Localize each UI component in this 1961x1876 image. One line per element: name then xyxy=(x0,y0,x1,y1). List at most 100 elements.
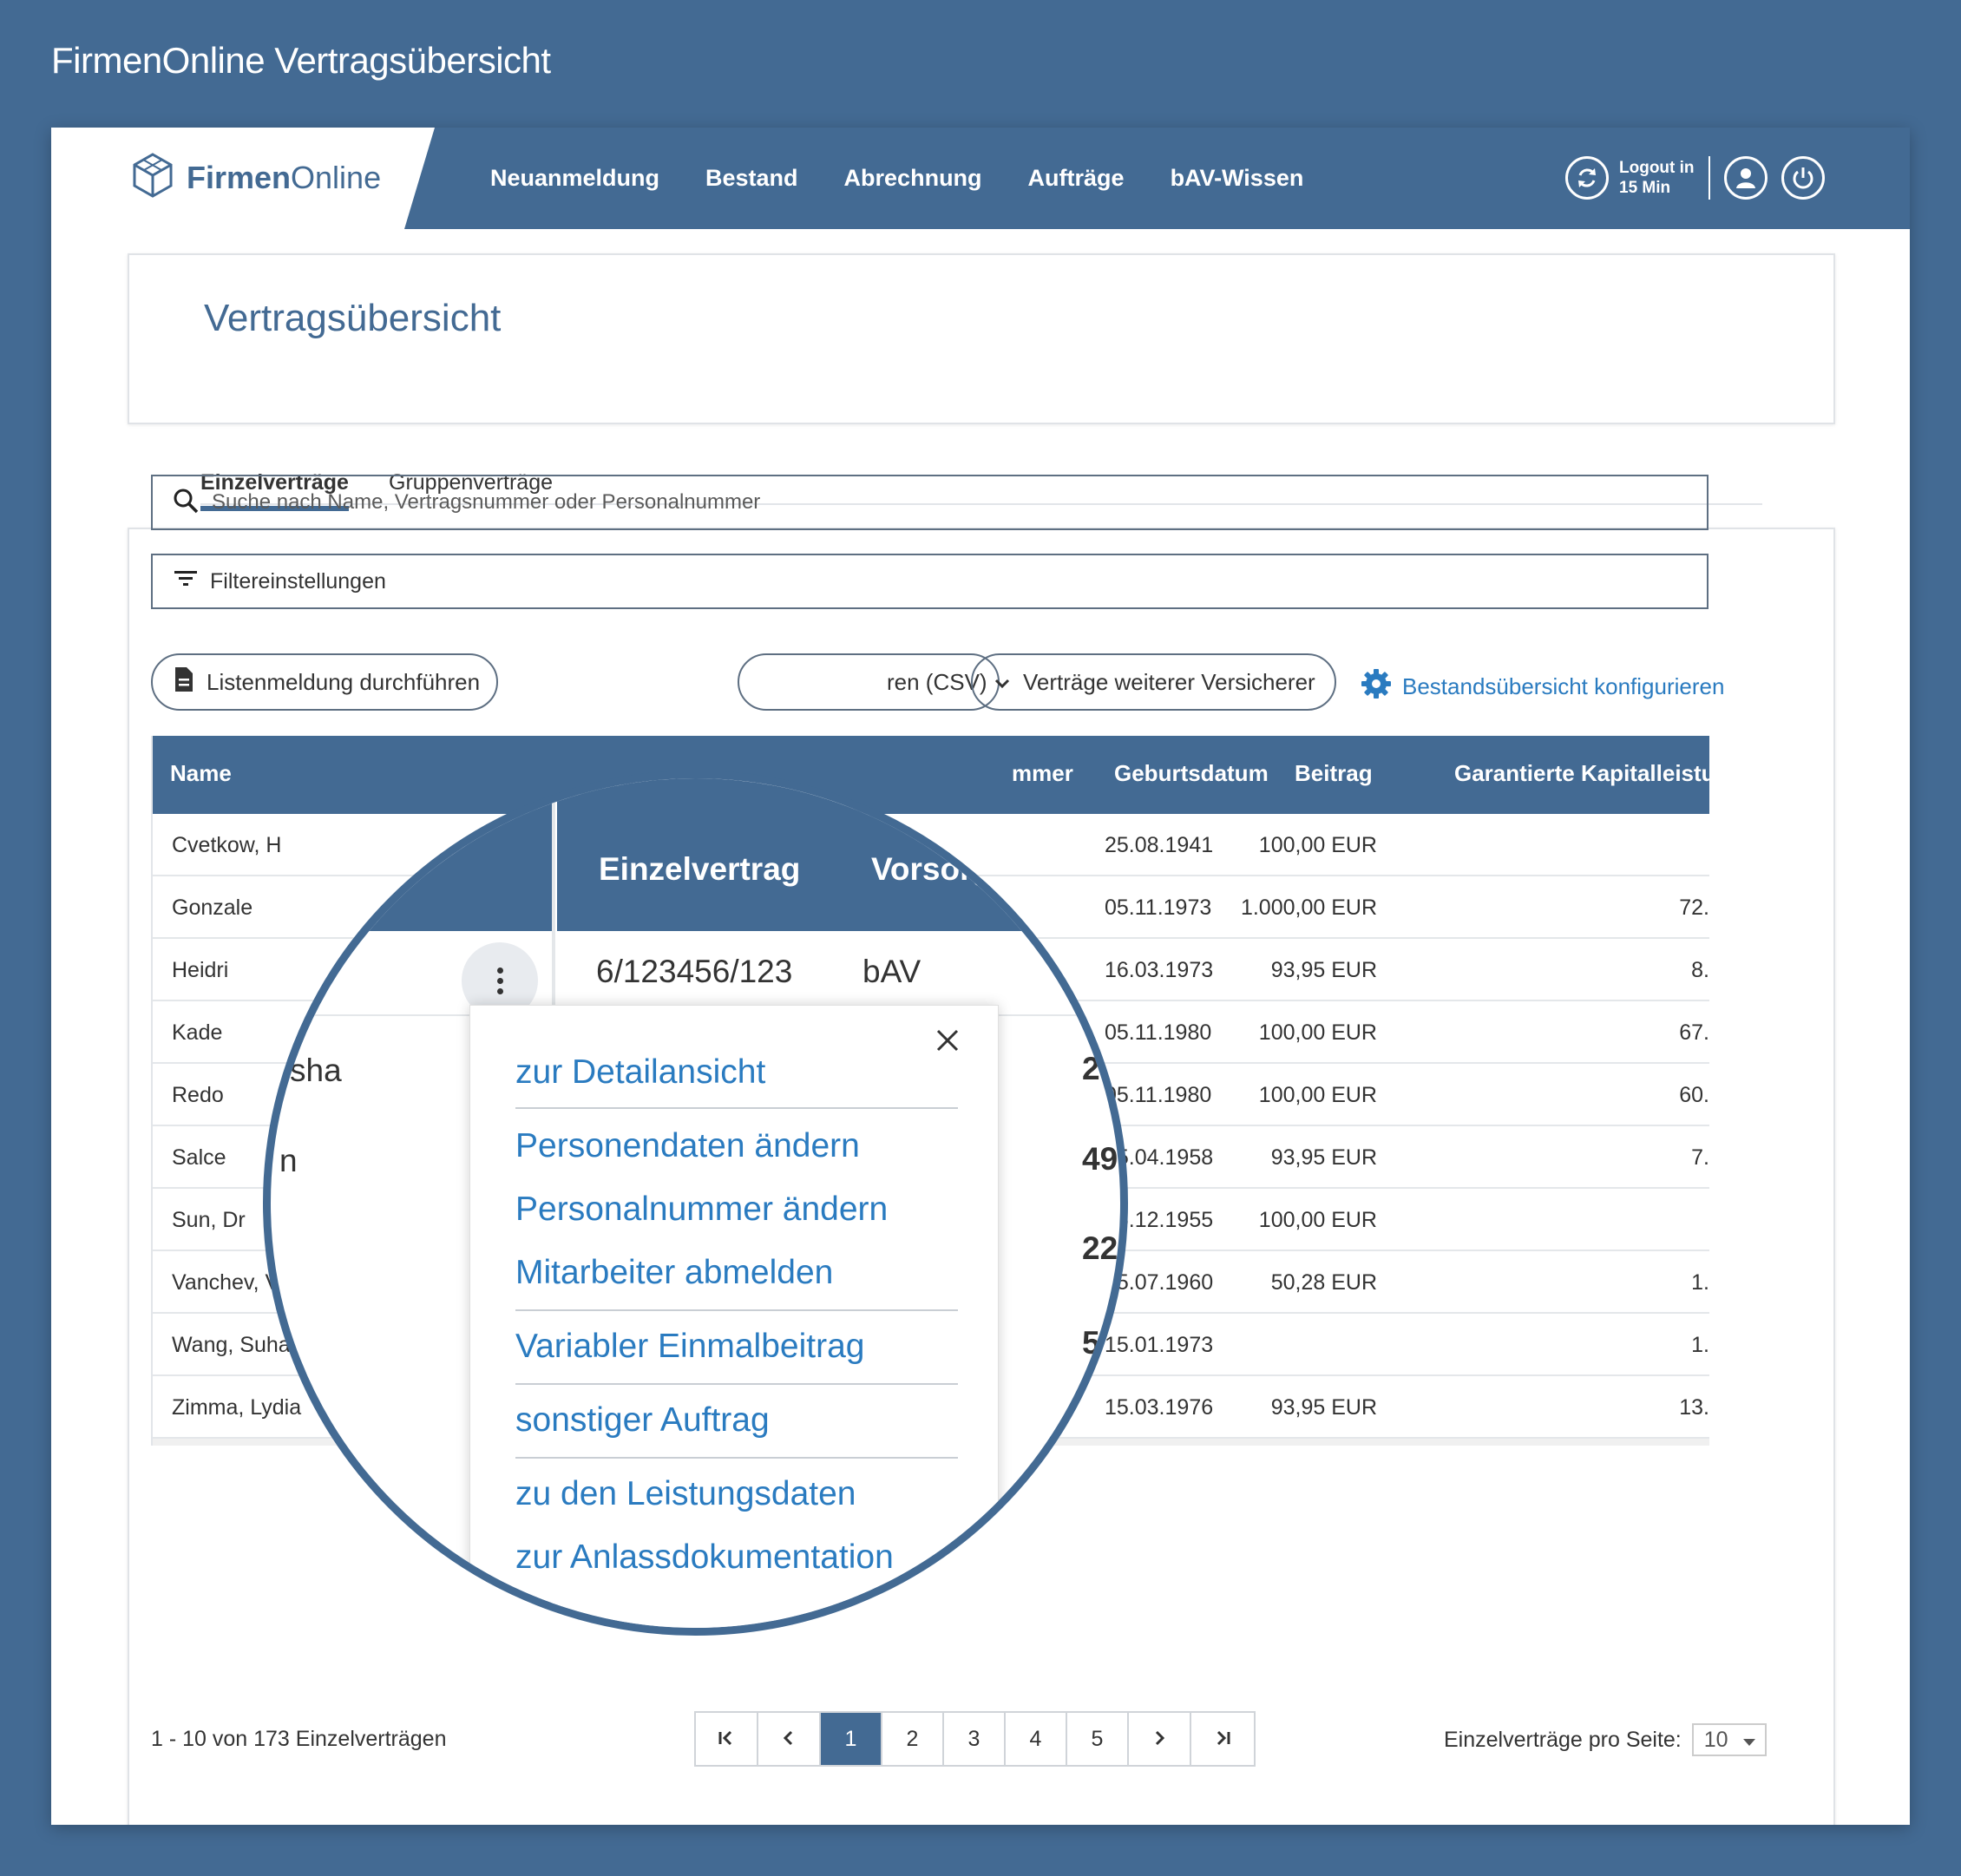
cell-beitrag: 100,00 EUR xyxy=(1258,833,1377,857)
magnifier-overlay: Einzelvertrag Vorsorg 6/123456/123 bAV s… xyxy=(263,771,1128,1636)
col-beitrag[interactable]: Beitrag xyxy=(1295,760,1373,787)
per-page-select[interactable]: 10 xyxy=(1691,1723,1767,1756)
magnified-vorsorgeart: bAV xyxy=(862,954,921,989)
pagination: 1 2 3 4 5 xyxy=(694,1711,1256,1767)
export-csv-button[interactable]: ren (CSV) xyxy=(738,653,1000,711)
magnified-header-left xyxy=(271,778,554,931)
menu-divider xyxy=(515,1107,958,1109)
menu-anlassdokumentation[interactable]: zur Anlassdokumentation xyxy=(515,1538,894,1577)
weitere-versicherer-button[interactable]: Verträge weiterer Versicherer xyxy=(971,653,1336,711)
row-actions-menu: zur Detailansicht Personendaten ändern P… xyxy=(469,1005,999,1628)
magnified-vertragsnummer: 6/123456/123 xyxy=(596,954,793,989)
brand-logo[interactable]: FirmenOnline xyxy=(131,152,381,203)
cell-geburtsdatum: 25.08.1941 xyxy=(1105,833,1214,857)
listenmeldung-label: Listenmeldung durchführen xyxy=(207,668,481,695)
cell-beitrag: 93,95 EUR xyxy=(1270,1145,1377,1170)
document-icon xyxy=(174,666,194,699)
cell-geburtsdatum: 05.11.1973 xyxy=(1105,895,1212,920)
cell-name: Wang, Suha xyxy=(172,1333,291,1357)
cell-name: Gonzale xyxy=(172,895,253,920)
page-title: Vertragsübersicht xyxy=(204,297,502,339)
cell-geburtsdatum: 15.01.1973 xyxy=(1105,1333,1214,1357)
chevron-down-icon xyxy=(994,669,1011,696)
cell-name: Heidri xyxy=(172,958,229,982)
cell-kapitalleistung: 13. xyxy=(1679,1395,1709,1420)
nav-abrechnung[interactable]: Abrechnung xyxy=(844,165,982,192)
cell-kapitalleistung: 72. xyxy=(1679,895,1709,920)
cell-beitrag: 93,95 EUR xyxy=(1270,958,1377,982)
magnified-row: 6/123456/123 bAV xyxy=(271,931,1120,1016)
result-count: 1 - 10 von 173 Einzelverträgen xyxy=(151,1727,447,1751)
cell-kapitalleistung: 67. xyxy=(1679,1020,1709,1045)
brand-name: FirmenOnline xyxy=(187,159,382,195)
cell-beitrag: 100,00 EUR xyxy=(1258,1208,1377,1232)
filter-icon xyxy=(174,569,198,594)
close-icon[interactable] xyxy=(935,1027,961,1058)
per-page-value: 10 xyxy=(1703,1727,1728,1752)
magnified-number-fragment: 5 xyxy=(1082,1325,1100,1361)
cell-name: Sun, Dr xyxy=(172,1208,246,1232)
cell-geburtsdatum: 05.11.1980 xyxy=(1105,1083,1212,1107)
cell-beitrag: 100,00 EUR xyxy=(1258,1083,1377,1107)
first-page-icon xyxy=(717,1727,736,1752)
cell-name: Vanchev, Vi xyxy=(172,1270,285,1295)
configure-overview-link[interactable]: Bestandsübersicht konfigurieren xyxy=(1361,668,1724,705)
cell-kapitalleistung: 7. xyxy=(1691,1145,1709,1170)
nav-auftraege[interactable]: Aufträge xyxy=(1028,165,1125,192)
page-2-button[interactable]: 2 xyxy=(882,1713,944,1765)
top-bar: FirmenOnline Neuanmeldung Bestand Abrech… xyxy=(51,128,1910,229)
search-icon xyxy=(172,487,200,519)
previous-page-button[interactable] xyxy=(758,1713,821,1765)
magnified-number-fragment: 2 xyxy=(1082,1051,1100,1086)
menu-detailansicht[interactable]: zur Detailansicht xyxy=(515,1053,765,1092)
page-4-button[interactable]: 4 xyxy=(1006,1713,1067,1765)
next-page-button[interactable] xyxy=(1129,1713,1191,1765)
page-title-card: Vertragsübersicht xyxy=(128,253,1835,424)
nav-bestand[interactable]: Bestand xyxy=(705,165,798,192)
cell-beitrag: 1.000,00 EUR xyxy=(1240,895,1377,920)
magnified-col-vorsorge: Vorsorg xyxy=(871,851,993,887)
header-actions: Logout in 15 Min xyxy=(1565,154,1825,202)
power-icon[interactable] xyxy=(1781,156,1825,200)
gear-icon xyxy=(1361,668,1392,705)
session-refresh-icon[interactable] xyxy=(1565,156,1609,200)
nav-bav-wissen[interactable]: bAV-Wissen xyxy=(1171,165,1304,192)
cell-name: Cvetkow, H xyxy=(172,833,282,857)
cell-kapitalleistung: 8. xyxy=(1691,958,1709,982)
filter-label: Filtereinstellungen xyxy=(210,568,386,594)
chevron-left-icon xyxy=(783,1727,795,1752)
main-nav: Neuanmeldung Bestand Abrechnung Aufträge… xyxy=(490,128,1303,229)
first-page-button[interactable] xyxy=(696,1713,758,1765)
menu-sonstiger-auftrag[interactable]: sonstiger Auftrag xyxy=(515,1401,770,1440)
magnified-col-einzelvertrag: Einzelvertrag xyxy=(599,851,801,887)
search-field[interactable] xyxy=(151,475,1708,530)
per-page-label: Einzelverträge pro Seite: xyxy=(1444,1727,1682,1752)
magnified-number-fragment: 22 xyxy=(1082,1230,1118,1266)
chevron-right-icon xyxy=(1153,1727,1165,1752)
menu-variabler-einmalbeitrag[interactable]: Variabler Einmalbeitrag xyxy=(515,1328,864,1366)
menu-personendaten-aendern[interactable]: Personendaten ändern xyxy=(515,1127,860,1165)
menu-leistungsdaten[interactable]: zu den Leistungsdaten xyxy=(515,1475,856,1513)
user-profile-icon[interactable] xyxy=(1724,156,1768,200)
page-3-button[interactable]: 3 xyxy=(944,1713,1006,1765)
col-name[interactable]: Name xyxy=(170,760,232,787)
magnified-header-right: Einzelvertrag Vorsorg xyxy=(557,778,1120,931)
search-input[interactable] xyxy=(212,490,1687,515)
menu-personalnummer-aendern[interactable]: Personalnummer ändern xyxy=(515,1191,888,1229)
last-page-button[interactable] xyxy=(1191,1713,1254,1765)
cell-name: Zimma, Lydia xyxy=(172,1395,302,1420)
cell-beitrag: 93,95 EUR xyxy=(1270,1395,1377,1420)
nav-neuanmeldung[interactable]: Neuanmeldung xyxy=(490,165,659,192)
menu-mitarbeiter-abmelden[interactable]: Mitarbeiter abmelden xyxy=(515,1254,833,1292)
magnified-name-fragment: n xyxy=(279,1143,298,1178)
page-1-button[interactable]: 1 xyxy=(821,1713,882,1765)
cell-beitrag: 100,00 EUR xyxy=(1258,1020,1377,1045)
col-geburtsdatum[interactable]: Geburtsdatum xyxy=(1114,760,1269,787)
page-5-button[interactable]: 5 xyxy=(1067,1713,1129,1765)
menu-divider xyxy=(515,1309,958,1311)
listenmeldung-button[interactable]: Listenmeldung durchführen xyxy=(151,653,498,711)
filter-settings-toggle[interactable]: Filtereinstellungen xyxy=(151,554,1708,609)
configure-overview-label: Bestandsübersicht konfigurieren xyxy=(1402,673,1725,699)
magnified-number-fragment: 49 xyxy=(1082,1141,1118,1177)
col-kapitalleistung[interactable]: Garantierte Kapitalleistung bei xyxy=(1454,760,1709,787)
